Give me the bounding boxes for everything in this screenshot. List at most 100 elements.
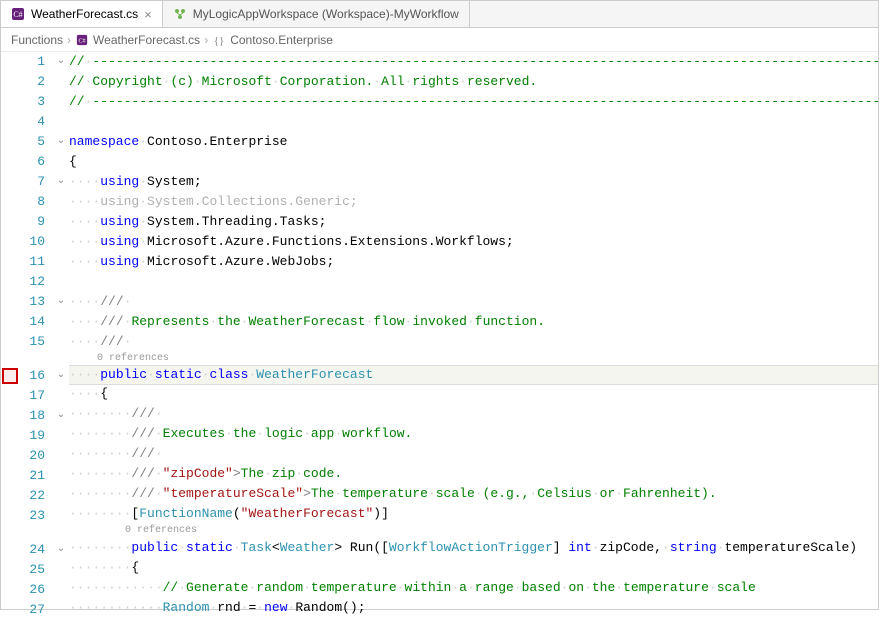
svg-text:{}: {} xyxy=(214,35,225,46)
gutter: 1⌄2345⌄67⌄8910111213⌄141516⌄1718⌄1920212… xyxy=(1,52,69,620)
breadcrumb-item[interactable]: Functions xyxy=(11,33,63,47)
codelens[interactable]: 0 references xyxy=(69,352,878,366)
fold-toggle[interactable]: ⌄ xyxy=(53,132,69,152)
line-number: 17 xyxy=(19,386,53,406)
code-line[interactable]: ········///·Executes·the·logic·app·workf… xyxy=(69,424,878,444)
code-line[interactable]: ········///· xyxy=(69,444,878,464)
tab-label: MyLogicAppWorkspace (Workspace)-MyWorkfl… xyxy=(193,7,459,21)
breadcrumb-item[interactable]: WeatherForecast.cs xyxy=(93,33,200,47)
line-number: 25 xyxy=(19,560,53,580)
chevron-right-icon: › xyxy=(67,33,71,47)
gutter-row: 27 xyxy=(1,600,69,620)
gutter-row: 4 xyxy=(1,112,69,132)
breakpoint-margin[interactable] xyxy=(1,368,19,384)
svg-text:C#: C# xyxy=(79,38,86,44)
gutter-row: 16⌄ xyxy=(1,366,69,386)
code-line[interactable]: ····using·System.Threading.Tasks; xyxy=(69,212,878,232)
gutter-row: 20 xyxy=(1,446,69,466)
tab-weatherforecast[interactable]: C# WeatherForecast.cs × xyxy=(1,1,163,27)
gutter-row: 10 xyxy=(1,232,69,252)
code-line[interactable]: ········///·"temperatureScale">The·tempe… xyxy=(69,484,878,504)
code-line[interactable]: { xyxy=(69,152,878,172)
gutter-row xyxy=(1,526,69,540)
gutter-row xyxy=(1,352,69,366)
gutter-row: 26 xyxy=(1,580,69,600)
code-line[interactable]: ····using·Microsoft.Azure.WebJobs; xyxy=(69,252,878,272)
line-number: 12 xyxy=(19,272,53,292)
breadcrumb[interactable]: Functions › C# WeatherForecast.cs › {} C… xyxy=(1,28,878,52)
code-line[interactable]: ····using·System.Collections.Generic; xyxy=(69,192,878,212)
code-line[interactable]: ····using·Microsoft.Azure.Functions.Exte… xyxy=(69,232,878,252)
code-line[interactable]: ········///· xyxy=(69,404,878,424)
gutter-row: 13⌄ xyxy=(1,292,69,312)
code-line[interactable] xyxy=(69,112,878,132)
gutter-row: 17 xyxy=(1,386,69,406)
gutter-row: 25 xyxy=(1,560,69,580)
line-number: 20 xyxy=(19,446,53,466)
gutter-row: 2 xyxy=(1,72,69,92)
line-number: 2 xyxy=(19,72,53,92)
breakpoint-icon[interactable] xyxy=(2,368,18,384)
line-number: 1 xyxy=(19,52,53,72)
fold-toggle[interactable]: ⌄ xyxy=(53,52,69,72)
line-number: 5 xyxy=(19,132,53,152)
line-number: 26 xyxy=(19,580,53,600)
code-line[interactable]: ····using·System; xyxy=(69,172,878,192)
code-line[interactable]: ············//·Generate·random·temperatu… xyxy=(69,578,878,598)
code-line[interactable]: //·-------------------------------------… xyxy=(69,52,878,72)
code-line[interactable]: ········{ xyxy=(69,558,878,578)
namespace-icon: {} xyxy=(212,33,226,47)
gutter-row: 23 xyxy=(1,506,69,526)
tab-label: WeatherForecast.cs xyxy=(31,7,138,21)
tab-workflow[interactable]: MyLogicAppWorkspace (Workspace)-MyWorkfl… xyxy=(163,1,470,27)
tab-bar: C# WeatherForecast.cs × MyLogicAppWorksp… xyxy=(1,1,878,28)
gutter-row: 19 xyxy=(1,426,69,446)
gutter-row: 18⌄ xyxy=(1,406,69,426)
code-line[interactable]: namespace·Contoso.Enterprise xyxy=(69,132,878,152)
line-number: 23 xyxy=(19,506,53,526)
line-number: 9 xyxy=(19,212,53,232)
gutter-row: 14 xyxy=(1,312,69,332)
code-editor[interactable]: 1⌄2345⌄67⌄8910111213⌄141516⌄1718⌄1920212… xyxy=(1,52,878,620)
code-line[interactable]: ····///· xyxy=(69,292,878,312)
code-line[interactable]: //·Copyright·(c)·Microsoft·Corporation.·… xyxy=(69,72,878,92)
code-line[interactable]: ····{ xyxy=(69,384,878,404)
line-number: 10 xyxy=(19,232,53,252)
workflow-icon xyxy=(173,7,187,21)
fold-toggle[interactable]: ⌄ xyxy=(53,292,69,312)
fold-toggle[interactable]: ⌄ xyxy=(53,172,69,192)
gutter-row: 7⌄ xyxy=(1,172,69,192)
fold-toggle[interactable]: ⌄ xyxy=(53,366,69,386)
line-number: 11 xyxy=(19,252,53,272)
gutter-row: 24⌄ xyxy=(1,540,69,560)
line-number: 22 xyxy=(19,486,53,506)
codelens[interactable]: 0 references xyxy=(69,524,878,538)
line-number: 24 xyxy=(19,540,53,560)
code-line[interactable]: ········public·static·Task<Weather> Run(… xyxy=(69,538,878,558)
csharp-icon: C# xyxy=(11,7,25,21)
line-number: 4 xyxy=(19,112,53,132)
code-line[interactable]: ············Random·rnd·=·new·Random(); xyxy=(69,598,878,618)
fold-toggle[interactable]: ⌄ xyxy=(53,406,69,426)
gutter-row: 8 xyxy=(1,192,69,212)
gutter-row: 9 xyxy=(1,212,69,232)
breadcrumb-item[interactable]: Contoso.Enterprise xyxy=(230,33,333,47)
line-number: 27 xyxy=(19,600,53,620)
line-number: 7 xyxy=(19,172,53,192)
code-area[interactable]: //·-------------------------------------… xyxy=(69,52,878,620)
line-number: 3 xyxy=(19,92,53,112)
line-number: 15 xyxy=(19,332,53,352)
gutter-row: 12 xyxy=(1,272,69,292)
code-line[interactable]: ····///·Represents·the·WeatherForecast·f… xyxy=(69,312,878,332)
code-line[interactable]: ····public·static·class·WeatherForecast xyxy=(69,365,878,385)
svg-text:C#: C# xyxy=(13,10,22,19)
gutter-row: 11 xyxy=(1,252,69,272)
line-number: 13 xyxy=(19,292,53,312)
fold-toggle[interactable]: ⌄ xyxy=(53,540,69,560)
code-line[interactable]: //·-------------------------------------… xyxy=(69,92,878,112)
line-number: 19 xyxy=(19,426,53,446)
code-line[interactable]: ····///· xyxy=(69,332,878,352)
close-icon[interactable]: × xyxy=(144,7,152,22)
code-line[interactable] xyxy=(69,272,878,292)
code-line[interactable]: ········///·"zipCode">The·zip·code. xyxy=(69,464,878,484)
